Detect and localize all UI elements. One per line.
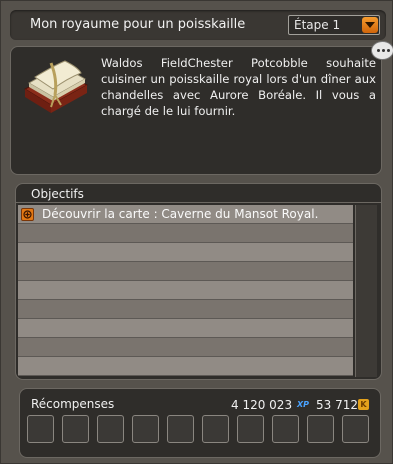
objectives-title: Objectifs <box>31 187 84 201</box>
quest-description-box: Waldos FieldChester Potcobble souhaite c… <box>10 46 382 175</box>
quest-description-text: Waldos FieldChester Potcobble souhaite c… <box>101 56 376 118</box>
kamas-reward-value: 53 712 <box>316 398 358 412</box>
more-options-icon[interactable] <box>371 41 393 60</box>
quest-book-icon <box>21 55 91 117</box>
reward-slot[interactable] <box>342 415 369 443</box>
quest-panel: Mon royaume pour un poisskaille Étape 1 … <box>0 0 393 464</box>
empty-row <box>18 319 353 338</box>
empty-row <box>18 300 353 319</box>
chevron-down-icon[interactable] <box>362 17 378 33</box>
reward-slot[interactable] <box>272 415 299 443</box>
xp-icon: XP <box>297 400 310 409</box>
objectives-box: Objectifs Découvrir la carte : Caverne d… <box>15 183 382 380</box>
reward-slot[interactable] <box>307 415 334 443</box>
objectives-list: Découvrir la carte : Caverne du Mansot R… <box>18 205 353 376</box>
objectives-scrollbar[interactable] <box>355 205 377 377</box>
step-dropdown-value: Étape 1 <box>294 18 341 32</box>
reward-slot[interactable] <box>237 415 264 443</box>
xp-reward-value: 4 120 023 <box>231 398 293 412</box>
empty-row <box>18 243 353 262</box>
empty-row <box>18 357 353 376</box>
empty-row <box>18 281 353 300</box>
reward-slot[interactable] <box>27 415 54 443</box>
quest-title: Mon royaume pour un poisskaille <box>30 17 246 32</box>
empty-row <box>18 338 353 357</box>
empty-row <box>18 262 353 281</box>
step-dropdown[interactable]: Étape 1 <box>288 15 380 35</box>
reward-slot[interactable] <box>167 415 194 443</box>
kamas-icon: K <box>358 399 369 410</box>
rewards-box: Récompenses 4 120 023 XP 53 712 K <box>19 388 381 458</box>
reward-slot[interactable] <box>132 415 159 443</box>
objective-item[interactable]: Découvrir la carte : Caverne du Mansot R… <box>18 205 353 224</box>
rewards-title: Récompenses <box>31 397 115 411</box>
objective-text: Découvrir la carte : Caverne du Mansot R… <box>42 207 319 221</box>
objective-flag-icon[interactable] <box>21 208 34 221</box>
reward-slot[interactable] <box>97 415 124 443</box>
empty-row <box>18 224 353 243</box>
reward-item-slots <box>27 415 377 445</box>
reward-slot[interactable] <box>62 415 89 443</box>
quest-header: Mon royaume pour un poisskaille Étape 1 <box>10 10 386 40</box>
objectives-header: Objectifs <box>16 184 381 203</box>
reward-slot[interactable] <box>202 415 229 443</box>
